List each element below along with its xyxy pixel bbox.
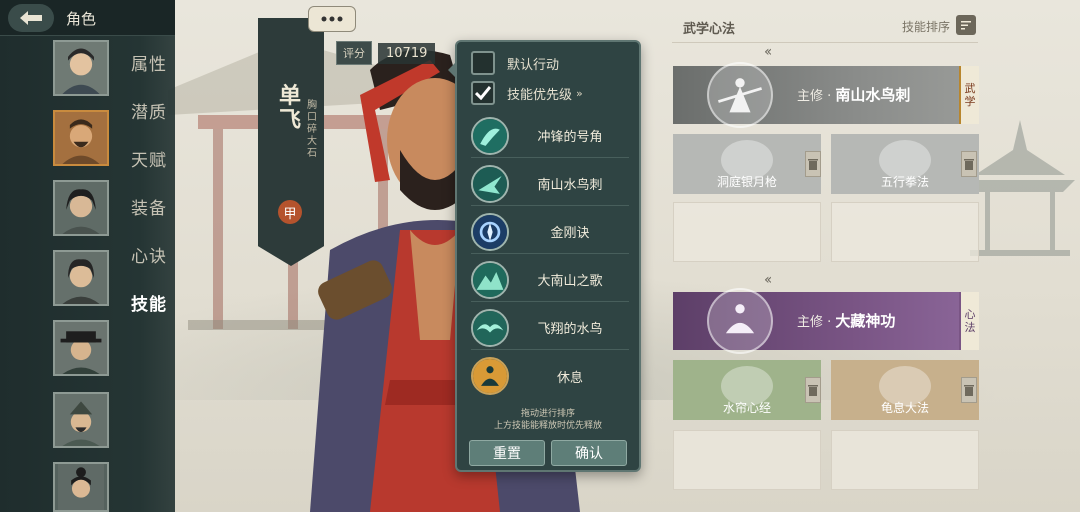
skill-row-mountain-song[interactable]: 大南山之歌: [471, 258, 629, 302]
checkmark-icon: [475, 86, 491, 100]
portrait-long-hair-man-icon: [55, 182, 107, 234]
character-avatar-5[interactable]: [53, 320, 109, 376]
back-arrow-icon: [20, 11, 42, 25]
sub-mind-skill-1[interactable]: 水帘心经: [673, 360, 821, 420]
sub-mind-skill-2[interactable]: 龟息大法: [831, 360, 979, 420]
character-avatar-6[interactable]: [53, 392, 109, 448]
martial-tag: 武学: [959, 66, 979, 124]
score-display: 评分 10719: [336, 41, 436, 65]
character-name: 单飞: [278, 83, 301, 133]
portrait-official-hat-icon: [55, 322, 107, 374]
character-avatar-1[interactable]: [53, 40, 109, 96]
empty-martial-slot-2[interactable]: [831, 202, 979, 262]
character-avatar-4[interactable]: [53, 250, 109, 306]
confirm-button[interactable]: 确认: [551, 440, 627, 466]
character-avatar-3[interactable]: [53, 180, 109, 236]
skill-row-rest[interactable]: 休息: [471, 354, 629, 398]
skill-row-horn[interactable]: 冲锋的号角: [471, 114, 629, 158]
back-button[interactable]: [8, 4, 54, 32]
more-options-button[interactable]: [308, 6, 356, 32]
vajra-skill-icon: [471, 212, 509, 251]
more-dots-icon: [321, 16, 343, 22]
skill-priority-option[interactable]: 技能优先级 »: [471, 80, 583, 106]
skill-row-flying-bird[interactable]: 飞翔的水鸟: [471, 306, 629, 350]
skill-name: 飞翔的水鸟: [537, 322, 603, 337]
main-martial-skill-card[interactable]: 主修 · 南山水鸟刺 武学: [673, 62, 979, 128]
title-divider: [672, 42, 978, 43]
double-arrow-icon: ‹‹: [764, 44, 772, 60]
grade-badge: 甲: [278, 200, 302, 224]
character-title: 胸口碎大石: [307, 100, 317, 159]
spear-stance-emblem-icon: [707, 62, 773, 128]
default-action-option[interactable]: 默认行动: [471, 50, 559, 76]
skill-priority-checkbox[interactable]: [471, 81, 495, 105]
menu-potential[interactable]: 潜质: [131, 98, 167, 123]
sub-mind-name-1: 水帘心经: [722, 401, 771, 415]
sub-martial-name-2: 五行拳法: [880, 175, 929, 189]
menu-talent[interactable]: 天赋: [131, 146, 167, 171]
score-value: 10719: [378, 42, 436, 64]
reset-button[interactable]: 重置: [469, 440, 545, 466]
empty-martial-slot-1[interactable]: [673, 202, 821, 262]
main-martial-prefix: 主修 ·: [797, 89, 832, 104]
portrait-bearded-man-icon: [55, 112, 107, 164]
sub-martial-name-1: 洞庭银月枪: [716, 175, 777, 189]
default-action-label: 默认行动: [507, 57, 560, 73]
empty-mind-slot-2[interactable]: [831, 430, 979, 490]
skill-row-vajra[interactable]: 金刚诀: [471, 210, 629, 254]
portrait-swordsman-icon: [55, 252, 107, 304]
default-action-checkbox[interactable]: [471, 51, 495, 75]
menu-skills[interactable]: 技能: [131, 290, 167, 315]
main-mind-skill-card[interactable]: 主修 · 大藏神功 心法: [673, 288, 979, 354]
skill-name: 南山水鸟刺: [537, 178, 603, 193]
skill-row-bird-thrust[interactable]: 南山水鸟刺: [471, 162, 629, 206]
horn-skill-icon: [471, 116, 509, 155]
skill-priority-popup: 默认行动 技能优先级 » 冲锋的号角 南山水鸟刺 金刚诀 大南山之歌 飞翔的水鸟…: [448, 40, 641, 472]
main-martial-label: 主修 · 南山水鸟刺: [797, 84, 910, 105]
double-arrow-icon: ‹‹: [764, 272, 772, 288]
main-mind-name: 大藏神功: [835, 312, 896, 330]
menu-mind-art[interactable]: 心诀: [131, 242, 167, 267]
sub-martial-skill-2[interactable]: 五行拳法: [831, 134, 979, 194]
menu-attributes[interactable]: 属性: [131, 50, 167, 75]
meditation-emblem-icon: [707, 288, 773, 354]
rest-skill-icon: [471, 357, 509, 395]
sort-hint-line2: 上方技能能释放时优先释放: [493, 421, 602, 431]
trash-icon[interactable]: [961, 151, 977, 177]
sub-mind-name-2: 龟息大法: [880, 401, 929, 415]
character-avatar-2-selected[interactable]: [53, 110, 109, 166]
martial-arts-title: 武学心法: [683, 22, 736, 37]
sub-martial-skill-1[interactable]: 洞庭银月枪: [673, 134, 821, 194]
pavilion-scenery-right: [965, 120, 1075, 256]
sort-hint-line1: 拖动进行排序: [520, 409, 575, 419]
trash-icon[interactable]: [805, 151, 821, 177]
skill-sort-link[interactable]: 技能排序: [902, 18, 950, 35]
chevron-right-icon: »: [576, 86, 583, 100]
flying-bird-skill-icon: [471, 308, 509, 347]
portrait-young-man-icon: [55, 42, 107, 94]
menu-equipment[interactable]: 装备: [131, 194, 167, 219]
bird-thrust-skill-icon: [471, 164, 509, 203]
mind-tag: 心法: [959, 292, 979, 350]
mountain-song-skill-icon: [471, 260, 509, 299]
score-label: 评分: [336, 41, 372, 65]
sort-list-icon[interactable]: [956, 15, 976, 35]
skill-name: 大南山之歌: [537, 274, 603, 289]
trash-icon[interactable]: [961, 377, 977, 403]
top-bar: 角色: [0, 0, 175, 36]
main-mind-prefix: 主修 ·: [797, 315, 832, 330]
skill-priority-label: 技能优先级: [507, 87, 573, 103]
portrait-topknot-man-icon: [58, 464, 104, 510]
skill-name: 冲锋的号角: [537, 130, 603, 145]
main-mind-label: 主修 · 大藏神功: [797, 310, 895, 331]
page-title: 角色: [66, 10, 97, 28]
skill-name: 休息: [556, 370, 583, 386]
trash-icon[interactable]: [805, 377, 821, 403]
empty-mind-slot-1[interactable]: [673, 430, 821, 490]
skill-name: 金刚诀: [550, 226, 590, 241]
portrait-scholar-icon: [55, 394, 107, 446]
main-martial-name: 南山水鸟刺: [835, 86, 911, 104]
sort-hint: 拖动进行排序 上方技能能释放时优先释放: [457, 408, 639, 432]
character-avatar-7[interactable]: [53, 462, 109, 512]
